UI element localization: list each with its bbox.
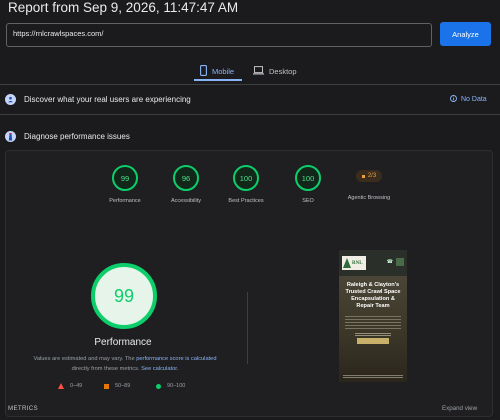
- tab-desktop[interactable]: Desktop: [253, 61, 297, 81]
- divider: [0, 114, 500, 115]
- gauge-label: Performance: [109, 198, 141, 204]
- phone-icon: ☎: [386, 259, 393, 265]
- no-data-label: No Data: [461, 96, 487, 103]
- triangle-icon: [58, 383, 64, 389]
- site-logo: RNL: [342, 256, 366, 270]
- score-circle: 100: [295, 165, 321, 191]
- hero-cta-button: [357, 338, 389, 344]
- legend-range: 0–49: [70, 383, 83, 389]
- menu-icon: [396, 258, 404, 266]
- site-hero: Raleigh & Clayton's Trusted Crawl Space …: [339, 276, 407, 382]
- logo-text: RNL: [352, 260, 363, 266]
- circle-icon: [156, 383, 161, 389]
- tab-selected-indicator: [194, 79, 242, 81]
- laptop-icon: [253, 65, 264, 77]
- gauge-agentic-browsing[interactable]: 2/3 Agentic Browsing: [334, 165, 404, 201]
- see-calculator-link[interactable]: See calculator.: [141, 366, 178, 372]
- score-circle: 99: [112, 165, 138, 191]
- hero-heading: Raleigh & Clayton's Trusted Crawl Space …: [345, 282, 401, 309]
- page-screenshot: RNL ☎ Raleigh & Clayton's Trusted Crawl …: [339, 250, 407, 382]
- divider: [0, 84, 500, 85]
- gauge-performance[interactable]: 99 Performance: [90, 165, 160, 204]
- note-text: directly from these metrics.: [71, 365, 142, 372]
- legend-fail: 0–49: [58, 383, 82, 389]
- gauge-label: Best Practices: [228, 198, 264, 204]
- estimate-note: Values are estimated and may vary. The p…: [30, 355, 220, 374]
- hero-footer-text: [343, 375, 403, 378]
- tab-mobile[interactable]: Mobile: [200, 61, 234, 81]
- performance-score-link[interactable]: performance score is calculated: [136, 356, 216, 362]
- legend-pass: 90–100: [156, 383, 185, 389]
- site-header: RNL ☎: [339, 250, 407, 276]
- report-title: Report from Sep 9, 2026, 11:47:47 AM: [8, 0, 239, 15]
- tab-mobile-label: Mobile: [212, 66, 235, 76]
- url-input[interactable]: [13, 29, 413, 38]
- analyze-button[interactable]: Analyze: [440, 22, 491, 46]
- gauge-seo[interactable]: 100 SEO: [273, 165, 343, 204]
- square-icon: [361, 174, 365, 178]
- tree-icon: [343, 258, 351, 268]
- legend-average: 50–89: [104, 383, 130, 389]
- score-circle: 96: [173, 165, 199, 191]
- vertical-divider: [247, 292, 248, 364]
- metrics-heading: METRICS: [8, 405, 38, 412]
- info-icon: [450, 95, 457, 104]
- hero-subtext: [355, 333, 391, 337]
- fraction-value: 2/3: [367, 173, 377, 179]
- real-users-title: Discover what your real users are experi…: [24, 95, 191, 104]
- people-icon: [5, 94, 16, 105]
- square-icon: [104, 383, 109, 389]
- score-circle: 100: [233, 165, 259, 191]
- hero-paragraph: [345, 316, 401, 330]
- diagnose-title: Diagnose performance issues: [24, 132, 130, 141]
- legend-range: 90–100: [167, 383, 186, 389]
- performance-label: Performance: [94, 337, 152, 348]
- smartphone-icon: [200, 64, 207, 78]
- no-data-status: No Data: [450, 95, 487, 104]
- expand-view-link[interactable]: Expand view: [442, 405, 477, 412]
- gauge-label: Agentic Browsing: [347, 195, 391, 201]
- gauge-label: SEO: [302, 198, 314, 204]
- legend-range: 50–89: [115, 383, 131, 389]
- performance-score-gauge: 99: [91, 263, 157, 329]
- url-input-box[interactable]: [6, 23, 432, 47]
- real-users-section[interactable]: Discover what your real users are experi…: [5, 94, 191, 105]
- note-text: Values are estimated and may vary. The: [33, 356, 137, 362]
- lighthouse-icon: [5, 131, 16, 142]
- tab-desktop-label: Desktop: [269, 66, 297, 76]
- fraction-badge: 2/3: [356, 170, 382, 182]
- diagnose-section: Diagnose performance issues: [5, 131, 130, 142]
- gauge-best-practices[interactable]: 100 Best Practices: [211, 165, 281, 204]
